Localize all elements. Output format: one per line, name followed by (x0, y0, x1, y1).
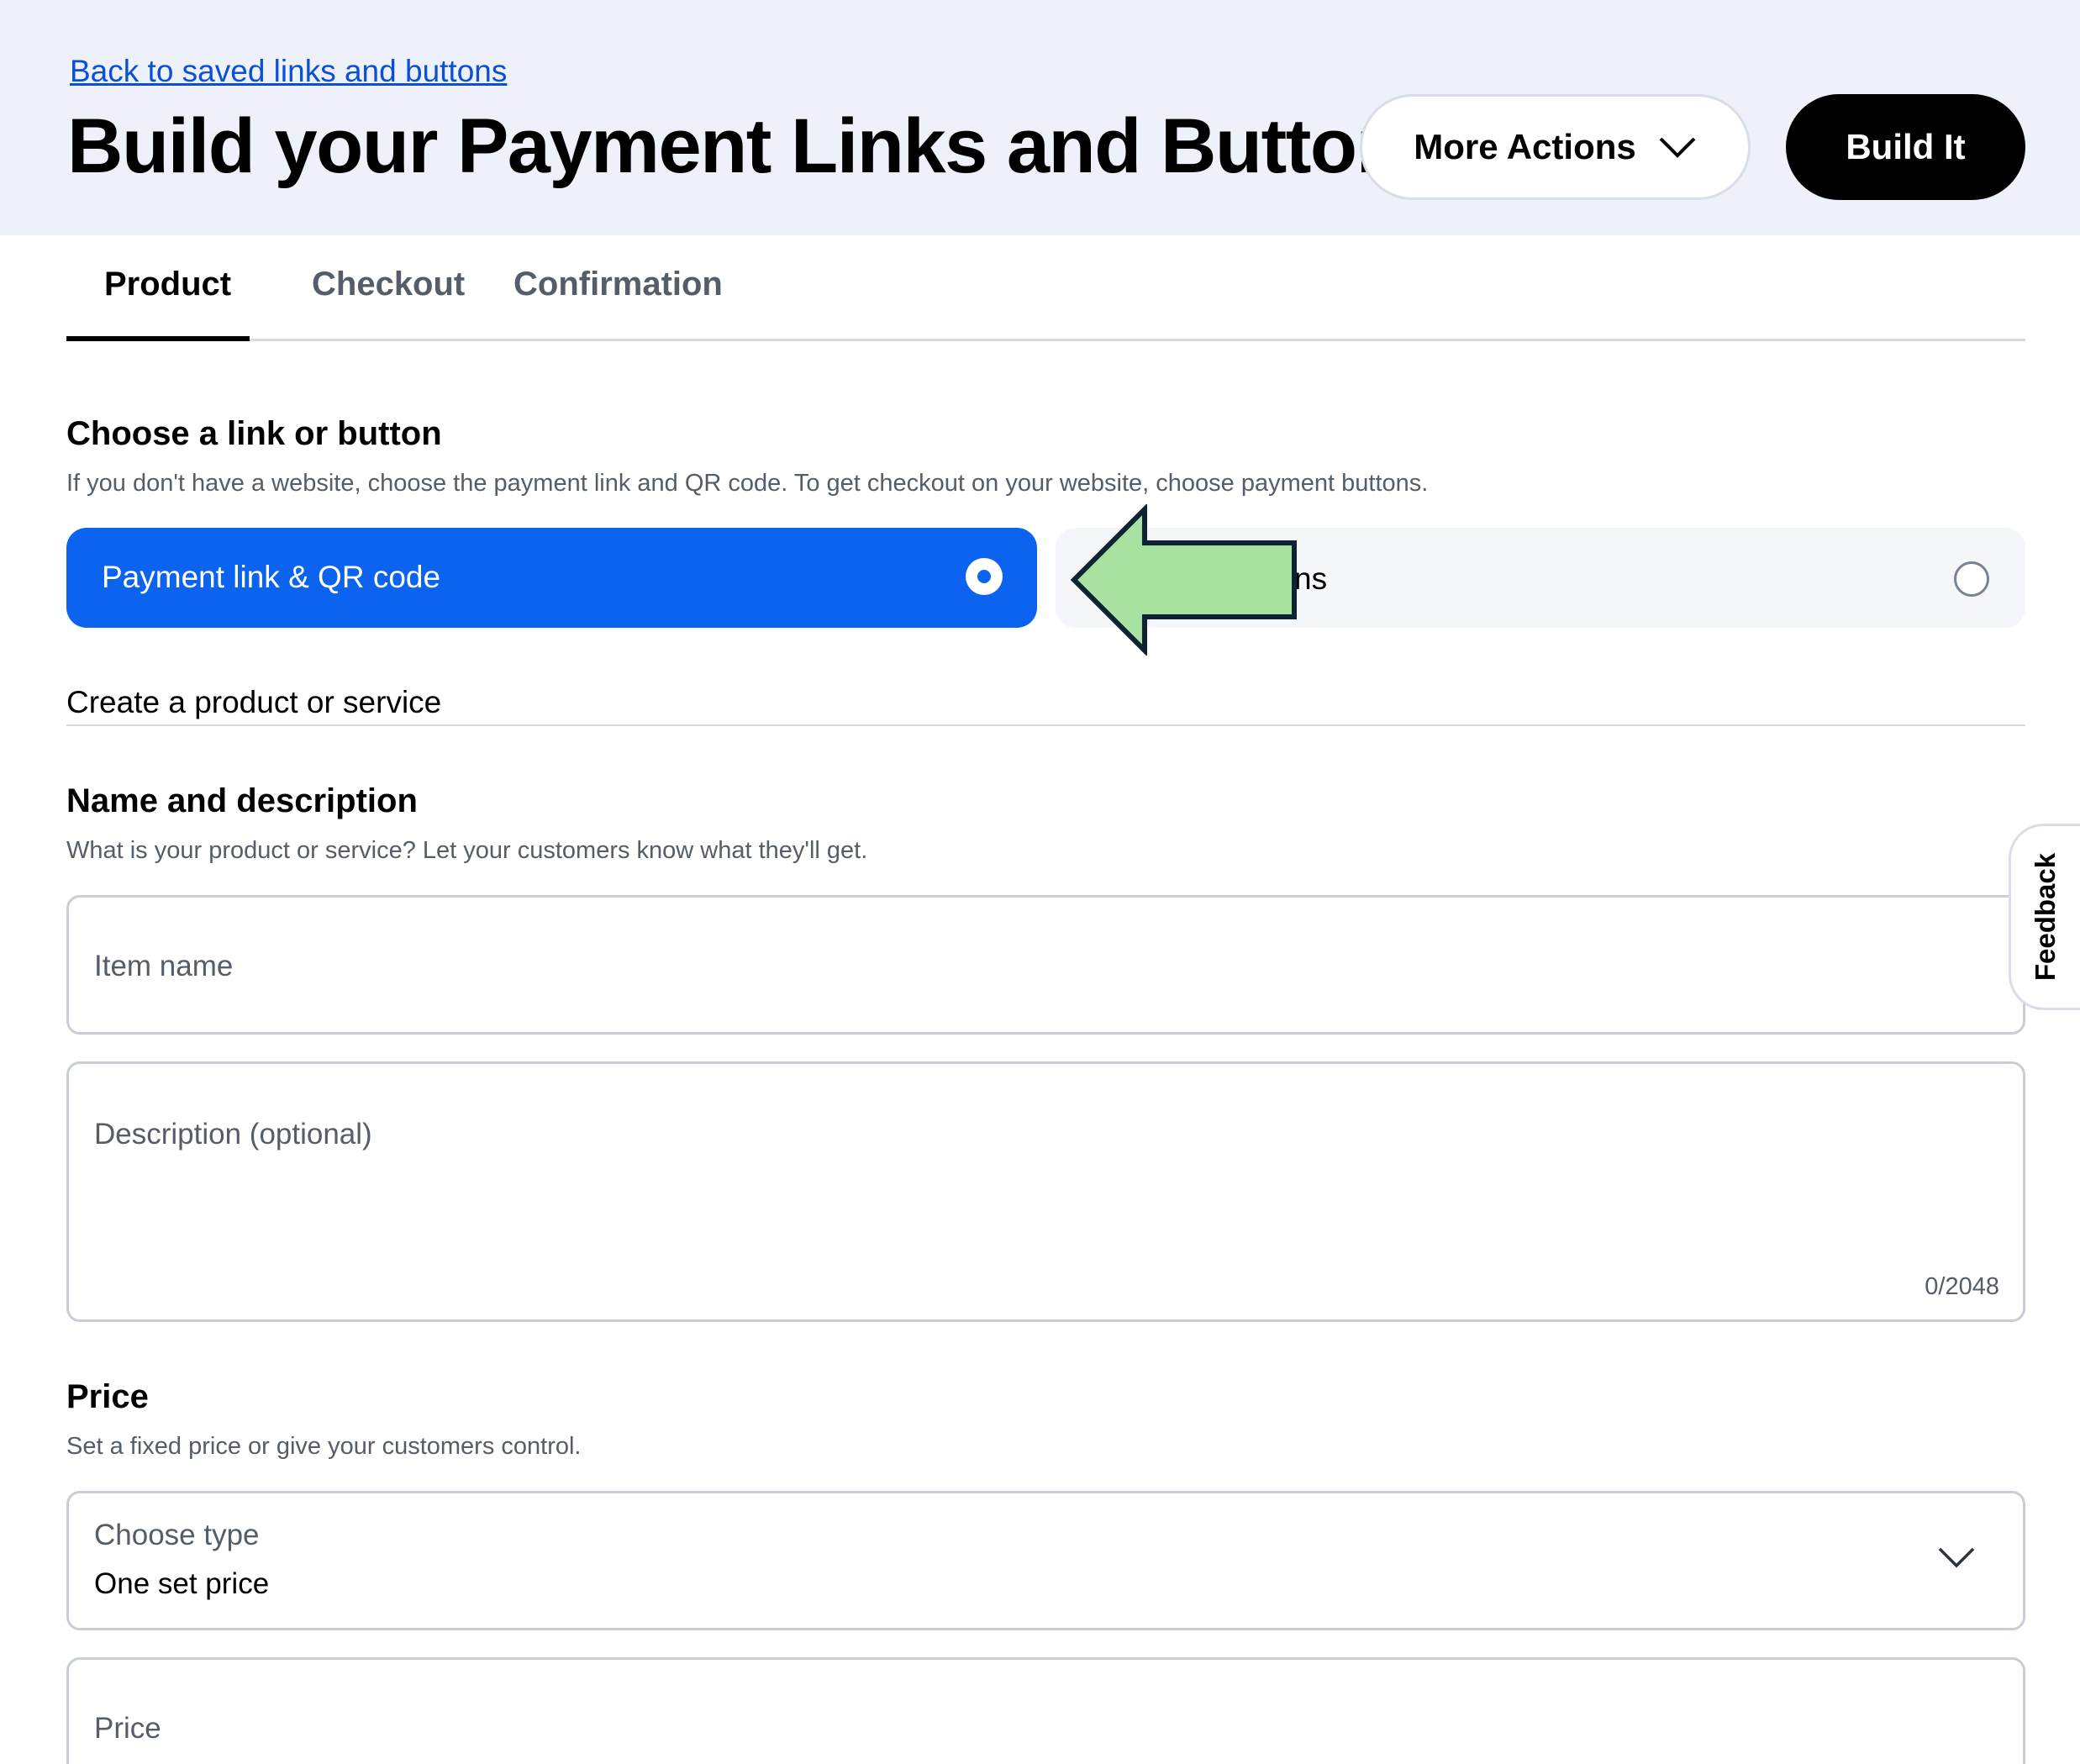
name-description-subtitle: What is your product or service? Let you… (66, 837, 868, 864)
feedback-tab[interactable]: Feedback (2009, 824, 2080, 1010)
tab-product[interactable]: Product (104, 266, 231, 303)
active-tab-indicator (66, 336, 250, 341)
price-heading: Price (66, 1378, 149, 1415)
price-type-label: Choose type (94, 1519, 260, 1551)
section-divider (66, 724, 2025, 726)
price-placeholder: Price (94, 1712, 161, 1745)
build-it-button[interactable]: Build It (1786, 94, 2025, 200)
more-actions-button[interactable]: More Actions (1360, 94, 1751, 200)
create-product-label: Create a product or service (66, 685, 442, 719)
price-input[interactable]: Price (66, 1657, 2025, 1764)
feedback-label: Feedback (2030, 852, 2061, 982)
radio-selected-icon[interactable] (966, 558, 1003, 595)
item-name-placeholder: Item name (94, 950, 234, 982)
option-payment-link-label: Payment link & QR code (102, 560, 441, 594)
tab-bar: Product Checkout Confirmation (66, 235, 2025, 341)
description-textarea[interactable]: Description (optional) 0/2048 (66, 1061, 2025, 1322)
name-description-heading: Name and description (66, 782, 418, 819)
price-subtitle: Set a fixed price or give your customers… (66, 1433, 582, 1460)
chevron-down-icon (1938, 1547, 1975, 1568)
more-actions-label: More Actions (1414, 127, 1636, 166)
radio-unselected-icon[interactable] (1954, 561, 1989, 597)
tab-confirmation[interactable]: Confirmation (513, 266, 723, 303)
option-payment-link[interactable]: Payment link & QR code (66, 528, 1037, 628)
price-type-select[interactable]: Choose type One set price (66, 1491, 2025, 1630)
price-type-value: One set price (94, 1567, 270, 1600)
arrow-left-icon (1070, 504, 1297, 656)
page-header: Back to saved links and buttons Build yo… (0, 0, 2080, 235)
description-char-counter: 0/2048 (1925, 1273, 1999, 1300)
tab-checkout[interactable]: Checkout (312, 266, 465, 303)
item-name-input[interactable]: Item name (66, 895, 2025, 1035)
chevron-down-icon (1659, 137, 1696, 158)
choose-heading: Choose a link or button (66, 415, 442, 452)
back-to-saved-link[interactable]: Back to saved links and buttons (70, 54, 507, 89)
page: Back to saved links and buttons Build yo… (0, 0, 2080, 1764)
choose-subtitle: If you don't have a website, choose the … (66, 470, 1429, 497)
page-title: Build your Payment Links and Buttons (67, 103, 1445, 189)
description-placeholder: Description (optional) (94, 1118, 372, 1151)
